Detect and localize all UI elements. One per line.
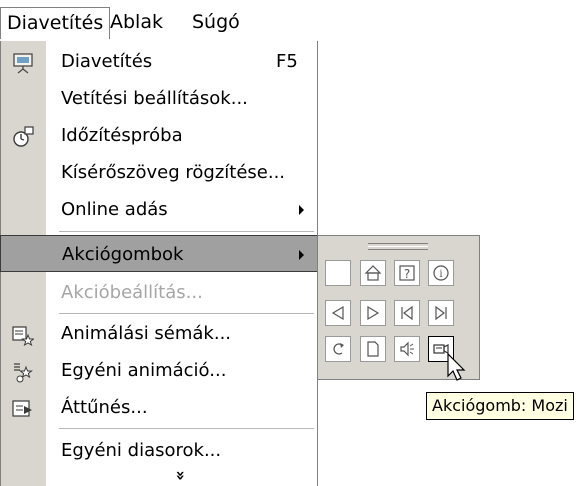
slide-transition-icon [12,396,34,418]
menu-item-label: Időzítéspróba [61,125,183,146]
menu-item-diavetites[interactable]: Diavetítés F5 [1,43,317,80]
menu-item-label: Egyéni diasorok... [61,440,222,461]
menu-item-kiseroszoveg[interactable]: Kísérőszöveg rögzítése... [1,154,317,191]
menu-item-label: Online adás [61,199,168,220]
information-icon: i [433,265,449,281]
submenu-arrow-icon [299,205,304,215]
palette-grip[interactable] [368,249,428,250]
mouse-pointer-icon [447,352,466,381]
menu-sugo-label: Súgó [192,11,240,33]
menu-item-attunes[interactable]: Áttűnés... [1,389,317,426]
diavetites-dropdown-menu: Diavetítés F5 Vetítési beállítások... Id… [0,41,318,486]
svg-text:?: ? [404,267,410,281]
menu-item-label: Egyéni animáció... [61,360,227,381]
action-button-custom[interactable] [325,260,351,286]
svg-text:i: i [439,269,442,280]
palette-grip[interactable] [368,243,428,244]
custom-animation-icon [12,359,34,383]
expand-menu-chevron-icon[interactable]: » [1,466,317,485]
action-button-document[interactable] [360,336,386,362]
slideshow-icon [12,50,34,74]
menu-item-label: Áttűnés... [61,397,148,418]
menu-separator [59,313,314,314]
action-button-information[interactable]: i [428,260,454,286]
menu-item-label: Akcióbeállítás... [61,282,203,303]
tooltip: Akciógomb: Mozi [426,392,574,420]
animation-schemes-icon [12,322,35,347]
menu-item-label: Kísérőszöveg rögzítése... [61,162,286,183]
shortcut-label: F5 [276,51,298,72]
help-icon: ? [399,265,415,281]
menu-item-label: Diavetítés [61,51,153,72]
document-icon [367,341,379,357]
action-button-home[interactable] [360,260,386,286]
menu-separator [59,231,314,232]
menu-item-label: Vetítési beállítások... [61,88,248,109]
forward-icon [367,305,380,321]
menu-item-akciogombok[interactable]: Akciógombok [0,235,318,272]
action-button-end[interactable] [428,300,454,326]
rehearse-timings-icon [12,124,34,147]
home-icon [364,265,382,281]
menu-ablak-label: Ablak [110,11,163,33]
menu-diavetites-label: Diavetítés [7,12,104,34]
menu-item-label: Akciógombok [62,244,184,265]
action-button-back[interactable] [325,300,351,326]
menu-item-idozitesproba[interactable]: Időzítéspróba [1,117,317,154]
end-icon [435,305,447,321]
menu-item-akciobeallitas: Akcióbeállítás... [1,274,317,311]
back-icon [331,305,344,321]
menu-ablak[interactable]: Ablak [104,7,169,39]
menu-item-animalasi-semak[interactable]: Animálási sémák... [1,315,317,352]
menu-item-vetitesi-beallitasok[interactable]: Vetítési beállítások... [1,80,317,117]
chevron-double-down-icon: » [172,470,191,481]
menu-item-label: Animálási sémák... [61,323,232,344]
submenu-arrow-icon [299,250,304,260]
return-icon [333,343,344,355]
beginning-icon [401,305,413,321]
menu-item-online-adas[interactable]: Online adás [1,191,317,228]
sound-icon [400,341,414,357]
tooltip-text: Akciógomb: Mozi [432,396,568,415]
action-button-sound[interactable] [394,336,420,362]
menu-bar: Diavetítés Ablak Súgó [0,0,318,42]
menu-diavetites[interactable]: Diavetítés [0,7,111,39]
action-button-forward[interactable] [360,300,386,326]
palette-grip[interactable] [368,246,428,247]
menu-item-egyeni-animacio[interactable]: Egyéni animáció... [1,352,317,389]
action-button-help[interactable]: ? [394,260,420,286]
action-button-beginning[interactable] [394,300,420,326]
action-button-return[interactable] [325,336,351,362]
menu-separator [59,428,314,429]
menu-sugo[interactable]: Súgó [186,7,246,39]
menu-item-egyeni-diasorok[interactable]: Egyéni diasorok... [1,432,317,469]
